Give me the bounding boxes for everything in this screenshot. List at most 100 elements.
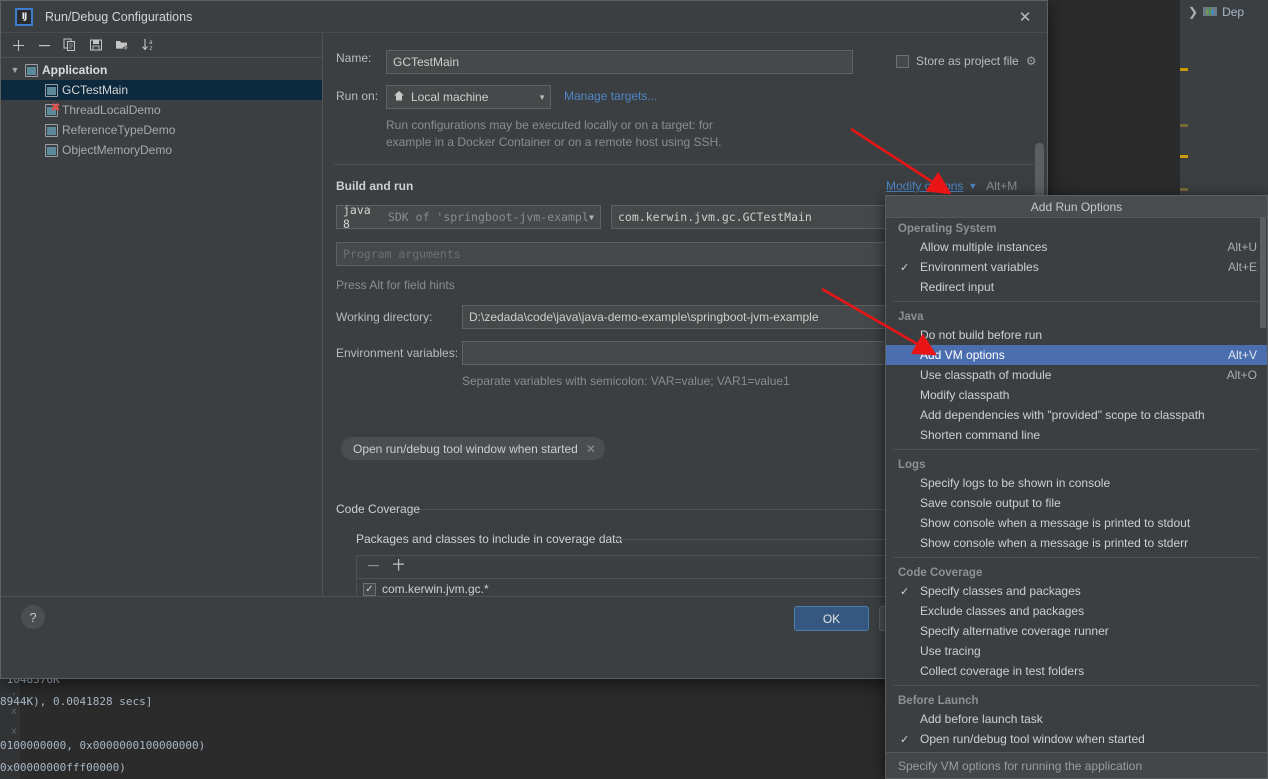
- chevron-right-icon: ❯: [1188, 5, 1198, 19]
- intellij-logo-icon: IJ: [15, 8, 33, 26]
- popup-menu-item[interactable]: Do not build before run: [886, 325, 1267, 345]
- tree-item-configuration[interactable]: ✖ThreadLocalDemo: [1, 100, 322, 120]
- tree-item-configuration[interactable]: GCTestMain: [1, 80, 322, 100]
- application-icon: [25, 64, 38, 77]
- popup-menu-item[interactable]: Specify logs to be shown in console: [886, 473, 1267, 493]
- tree-item-configuration[interactable]: ObjectMemoryDemo: [1, 140, 322, 160]
- popup-section-divider: [894, 685, 1259, 686]
- popup-menu-item[interactable]: Redirect input: [886, 277, 1267, 297]
- popup-menu-item-label: Use tracing: [920, 644, 981, 658]
- popup-menu-item[interactable]: ✓Environment variablesAlt+E: [886, 257, 1267, 277]
- add-run-options-popup: Add Run Options Operating SystemAllow mu…: [885, 195, 1268, 779]
- popup-menu-item[interactable]: Show console when a message is printed t…: [886, 513, 1267, 533]
- popup-menu-item[interactable]: Shorten command line: [886, 425, 1267, 445]
- popup-menu-item[interactable]: Collect coverage in test folders: [886, 661, 1267, 681]
- copy-configuration-button[interactable]: [57, 34, 83, 56]
- name-row: Name:: [336, 51, 371, 65]
- popup-menu-item-shortcut: Alt+U: [1227, 240, 1257, 254]
- configurations-tree[interactable]: ▼Application GCTestMain ✖ThreadLocalDemo Re…: [1, 58, 322, 160]
- modify-options-link[interactable]: Modify options: [886, 179, 963, 193]
- popup-menu-item[interactable]: Save console output to file: [886, 493, 1267, 513]
- popup-menu-item-label: Add dependencies with "provided" scope t…: [920, 408, 1205, 422]
- popup-footer-hint: Specify VM options for running the appli…: [886, 752, 1267, 778]
- add-configuration-button[interactable]: [5, 34, 31, 56]
- popup-menu-item-shortcut: Alt+O: [1227, 368, 1257, 382]
- name-input[interactable]: GCTestMain: [386, 50, 853, 74]
- save-configuration-button[interactable]: [83, 34, 109, 56]
- chevron-down-icon: ▼: [538, 93, 546, 102]
- popup-menu-item[interactable]: Show console when a message is printed t…: [886, 533, 1267, 553]
- popup-menu-list[interactable]: Operating SystemAllow multiple instances…: [886, 218, 1267, 769]
- coverage-item-label: com.kerwin.jvm.gc.*: [382, 582, 489, 596]
- popup-menu-item-label: Allow multiple instances: [920, 240, 1047, 254]
- check-icon: ✓: [900, 733, 909, 746]
- popup-section-title: Before Launch: [886, 690, 1267, 709]
- popup-menu-item-shortcut: Alt+V: [1228, 348, 1257, 362]
- popup-menu-item-label: Open run/debug tool window when started: [920, 732, 1145, 746]
- store-as-project-file-checkbox[interactable]: [896, 55, 909, 68]
- popup-menu-item[interactable]: ✓ Open run/debug tool window when started: [886, 729, 1267, 749]
- modify-options-row[interactable]: Modify options ▼ Alt+M: [886, 179, 1017, 193]
- popup-menu-item-label: Specify classes and packages: [920, 584, 1081, 598]
- chevron-down-icon: ▼: [968, 181, 977, 191]
- sdk-value: java 8: [343, 203, 382, 231]
- store-as-project-file-row[interactable]: Store as project file ⚙: [896, 54, 1036, 68]
- program-arguments-placeholder: Program arguments: [343, 247, 461, 261]
- popup-menu-item[interactable]: Use tracing: [886, 641, 1267, 661]
- popup-menu-item-label: Add VM options: [920, 348, 1005, 362]
- close-icon[interactable]: ✕: [586, 442, 596, 456]
- coverage-remove-button[interactable]: [367, 559, 380, 575]
- tool-window-tab-dependencies[interactable]: ❯ Dep: [1180, 2, 1268, 22]
- coverage-packages-title: Packages and classes to include in cover…: [356, 532, 622, 546]
- popup-menu-item[interactable]: Add dependencies with "provided" scope t…: [886, 405, 1267, 425]
- popup-section-title: Logs: [886, 454, 1267, 473]
- tool-window-tab-label: Dep: [1222, 5, 1244, 19]
- tree-group-application[interactable]: ▼Application: [1, 60, 322, 80]
- popup-section-title: Code Coverage: [886, 562, 1267, 581]
- application-icon: [45, 144, 58, 157]
- sdk-combobox[interactable]: java 8 SDK of 'springboot-jvm-example' ▼: [336, 205, 601, 229]
- move-into-folder-button[interactable]: [109, 34, 135, 56]
- run-on-row: Run on:: [336, 89, 378, 103]
- popup-menu-item-label: Collect coverage in test folders: [920, 664, 1084, 678]
- open-run-debug-tool-window-chip[interactable]: Open run/debug tool window when started …: [341, 437, 605, 460]
- section-divider-1: [334, 164, 1034, 165]
- popup-menu-item[interactable]: Add before launch task: [886, 709, 1267, 729]
- popup-scrollbar-thumb[interactable]: [1260, 218, 1266, 328]
- coverage-add-button[interactable]: [392, 558, 407, 576]
- popup-menu-item-label: Show console when a message is printed t…: [920, 516, 1190, 530]
- tree-item-label: ReferenceTypeDemo: [62, 123, 175, 137]
- gear-icon[interactable]: ⚙: [1026, 54, 1037, 68]
- run-on-value: Local machine: [411, 90, 488, 104]
- manage-targets-link[interactable]: Manage targets...: [564, 89, 657, 103]
- run-on-combobox[interactable]: Local machine ▼: [386, 85, 551, 109]
- close-icon[interactable]: ✕: [1015, 7, 1035, 27]
- remove-configuration-button[interactable]: [31, 34, 57, 56]
- popup-menu-item-label: Specify alternative coverage runner: [920, 624, 1109, 638]
- popup-menu-item-label: Specify logs to be shown in console: [920, 476, 1110, 490]
- popup-menu-item[interactable]: Exclude classes and packages: [886, 601, 1267, 621]
- help-button[interactable]: ?: [21, 605, 45, 629]
- popup-menu-item-label: Use classpath of module: [920, 368, 1051, 382]
- tree-item-label: ObjectMemoryDemo: [62, 143, 172, 157]
- tree-item-label: GCTestMain: [62, 83, 128, 97]
- popup-section-divider: [894, 449, 1259, 450]
- ok-button[interactable]: OK: [794, 606, 869, 631]
- popup-menu-item[interactable]: Modify classpath: [886, 385, 1267, 405]
- coverage-item-checkbox[interactable]: ✓: [363, 583, 376, 596]
- popup-menu-item-label: Modify classpath: [920, 388, 1009, 402]
- chevron-down-icon[interactable]: ▼: [9, 65, 21, 75]
- code-coverage-title: Code Coverage: [336, 502, 420, 516]
- run-on-hint-line2: example in a Docker Container or on a re…: [386, 135, 722, 149]
- sort-configurations-button[interactable]: az: [135, 34, 161, 56]
- popup-menu-item[interactable]: Add VM options Alt+V: [886, 345, 1267, 365]
- application-icon: [45, 84, 58, 97]
- bar-chart-icon: [1203, 5, 1217, 20]
- popup-menu-item[interactable]: Allow multiple instances Alt+U: [886, 237, 1267, 257]
- console-line: 0x00000000fff00000): [0, 757, 880, 779]
- popup-menu-item[interactable]: Use classpath of module Alt+O: [886, 365, 1267, 385]
- popup-menu-item[interactable]: Specify alternative coverage runner: [886, 621, 1267, 641]
- application-icon: [45, 124, 58, 137]
- tree-item-configuration[interactable]: ReferenceTypeDemo: [1, 120, 322, 140]
- popup-menu-item[interactable]: ✓Specify classes and packages: [886, 581, 1267, 601]
